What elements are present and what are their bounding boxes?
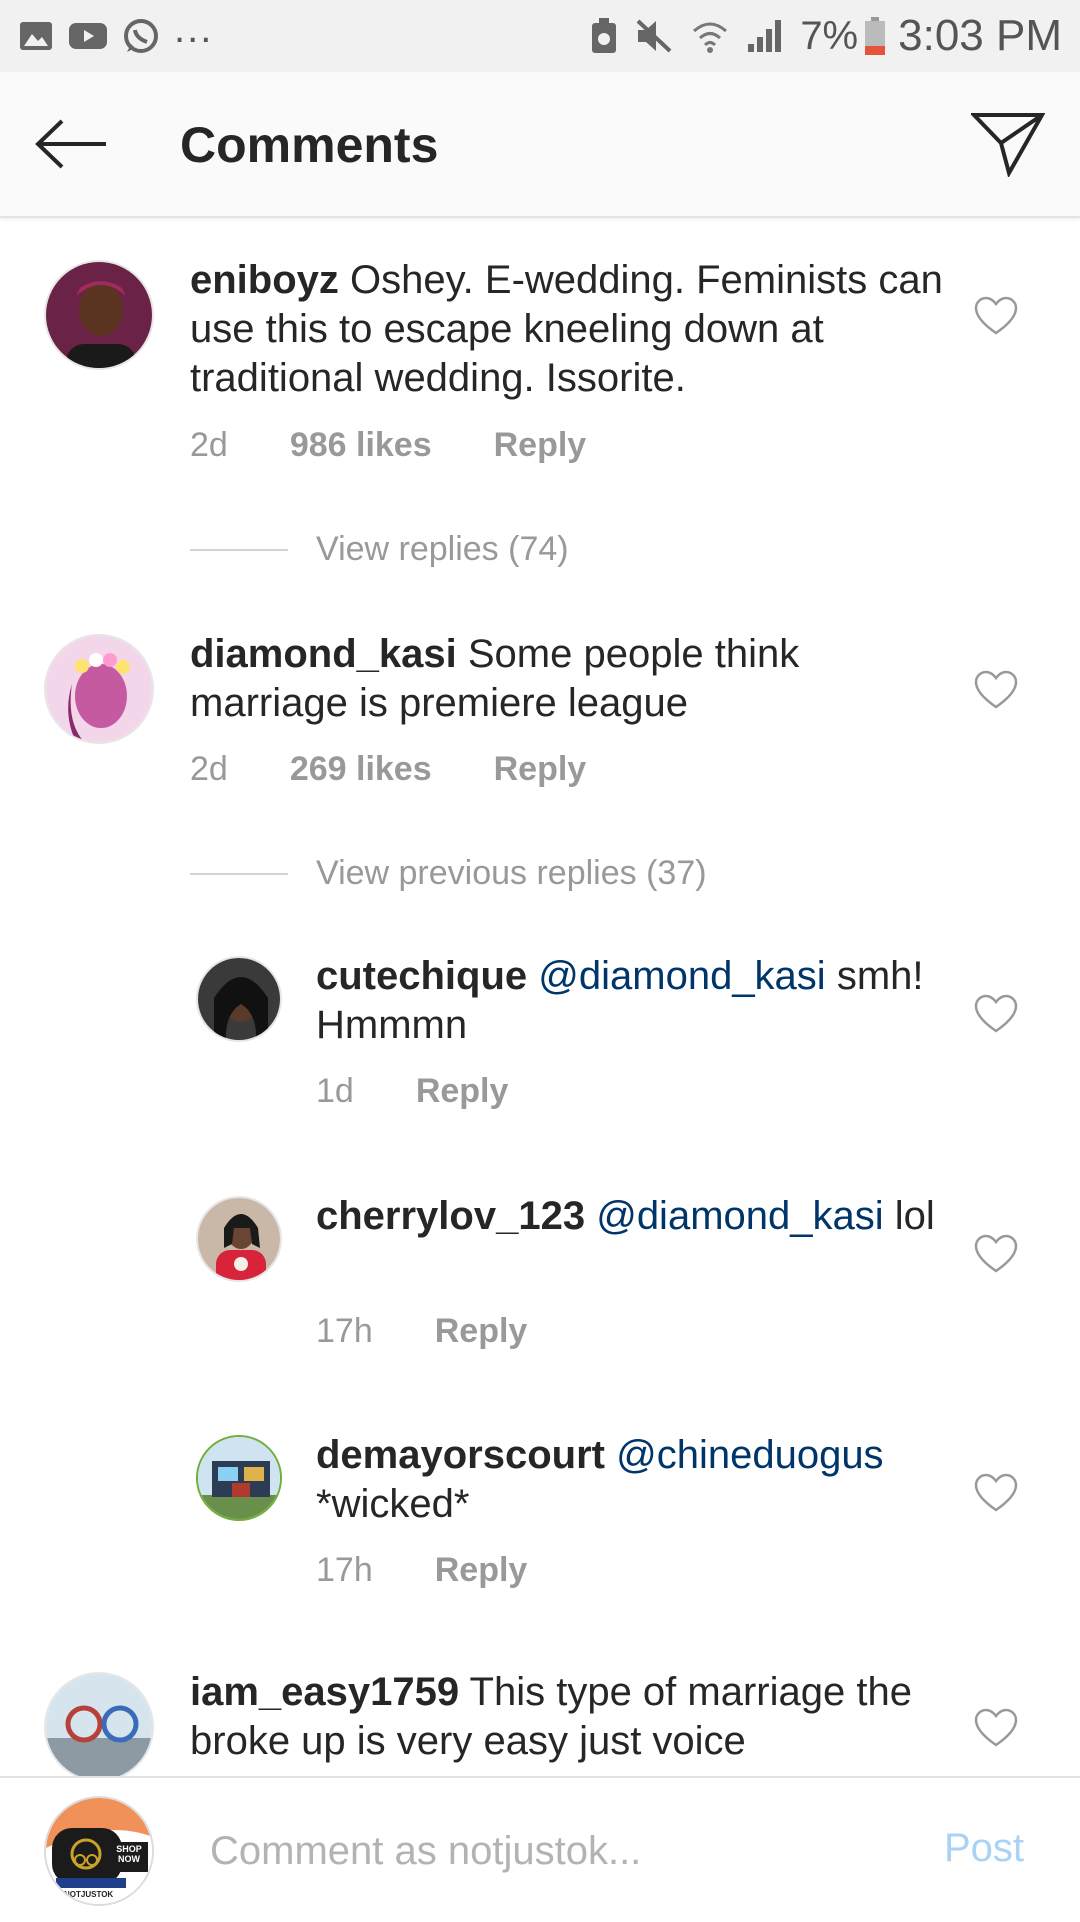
mention-link[interactable]: @diamond_kasi (527, 954, 825, 998)
heart-icon[interactable] (974, 994, 1018, 1034)
divider-line (190, 548, 288, 551)
comment-item: iam_easy1759 This type of marriage the b… (0, 1628, 1080, 1776)
comment-time: 1d (316, 1072, 354, 1110)
mention-link[interactable]: @diamond_kasi (585, 1194, 883, 1238)
comment-composer: SHOP NOW NOTJUSTOK Post (0, 1776, 1080, 1922)
battery-saver-icon (590, 17, 618, 55)
heart-icon[interactable] (974, 1473, 1018, 1513)
comment-username[interactable]: cutechique (316, 954, 527, 998)
youtube-icon (68, 21, 108, 51)
whatsapp-icon (122, 17, 160, 55)
comment-username[interactable]: eniboyz (190, 258, 339, 302)
avatar[interactable] (196, 1196, 282, 1282)
mention-link[interactable]: @chineduogus (605, 1433, 883, 1477)
back-arrow-icon (35, 119, 106, 169)
comment-text: lol (883, 1194, 935, 1238)
wifi-icon (690, 17, 730, 55)
current-user-avatar: SHOP NOW NOTJUSTOK (44, 1796, 154, 1906)
heart-icon[interactable] (974, 1708, 1018, 1748)
page-title: Comments (180, 117, 439, 173)
comment-likes[interactable]: 269 likes (290, 750, 432, 789)
avatar[interactable] (44, 634, 154, 744)
avatar-brand-text: NOTJUSTOK (64, 1890, 114, 1899)
reply-button[interactable]: Reply (435, 1551, 528, 1590)
reply-button[interactable]: Reply (494, 426, 587, 465)
view-replies-label: View replies (74) (316, 530, 569, 568)
battery-percent: 7% (800, 13, 859, 58)
comment-username[interactable]: cherrylov_123 (316, 1194, 585, 1238)
avatar[interactable] (44, 1672, 154, 1776)
gallery-icon (18, 20, 54, 52)
comment-time: 2d (190, 750, 228, 788)
view-replies-label: View previous replies (37) (316, 854, 707, 892)
comment-username[interactable]: iam_easy1759 (190, 1670, 459, 1714)
status-bar: ... 7% 3:03 PM (0, 0, 1080, 72)
comment-time: 17h (316, 1312, 373, 1350)
comment-time: 2d (190, 426, 228, 464)
avatar[interactable] (196, 956, 282, 1042)
battery-icon (864, 16, 886, 56)
avatar[interactable] (196, 1435, 282, 1521)
comment-time: 17h (316, 1551, 373, 1589)
mute-icon (634, 17, 674, 55)
top-bar: Comments (0, 72, 1080, 218)
heart-icon[interactable] (974, 1234, 1018, 1274)
clock: 3:03 PM (898, 11, 1062, 60)
comment-username[interactable]: demayorscourt (316, 1433, 605, 1477)
view-replies[interactable]: View replies (74) (190, 530, 569, 569)
comment-likes[interactable]: 986 likes (290, 426, 432, 465)
view-previous-replies[interactable]: View previous replies (37) (190, 854, 707, 893)
heart-icon[interactable] (974, 296, 1018, 336)
post-button[interactable]: Post (944, 1826, 1024, 1871)
comment-text: *wicked* (316, 1482, 470, 1526)
shop-now-badge: SHOP NOW (116, 1844, 142, 1864)
reply-button[interactable]: Reply (494, 750, 587, 789)
signal-icon (746, 18, 786, 54)
divider-line (190, 872, 288, 875)
reply-button[interactable]: Reply (435, 1312, 528, 1351)
paper-plane-icon (971, 113, 1045, 177)
share-button[interactable] (966, 102, 1050, 186)
back-button[interactable] (30, 108, 114, 180)
comment-username[interactable]: diamond_kasi (190, 632, 457, 676)
heart-icon[interactable] (974, 670, 1018, 710)
avatar[interactable] (44, 260, 154, 370)
comment-input[interactable] (208, 1814, 892, 1888)
reply-button[interactable]: Reply (416, 1072, 509, 1111)
more-notifications: ... (174, 6, 214, 51)
